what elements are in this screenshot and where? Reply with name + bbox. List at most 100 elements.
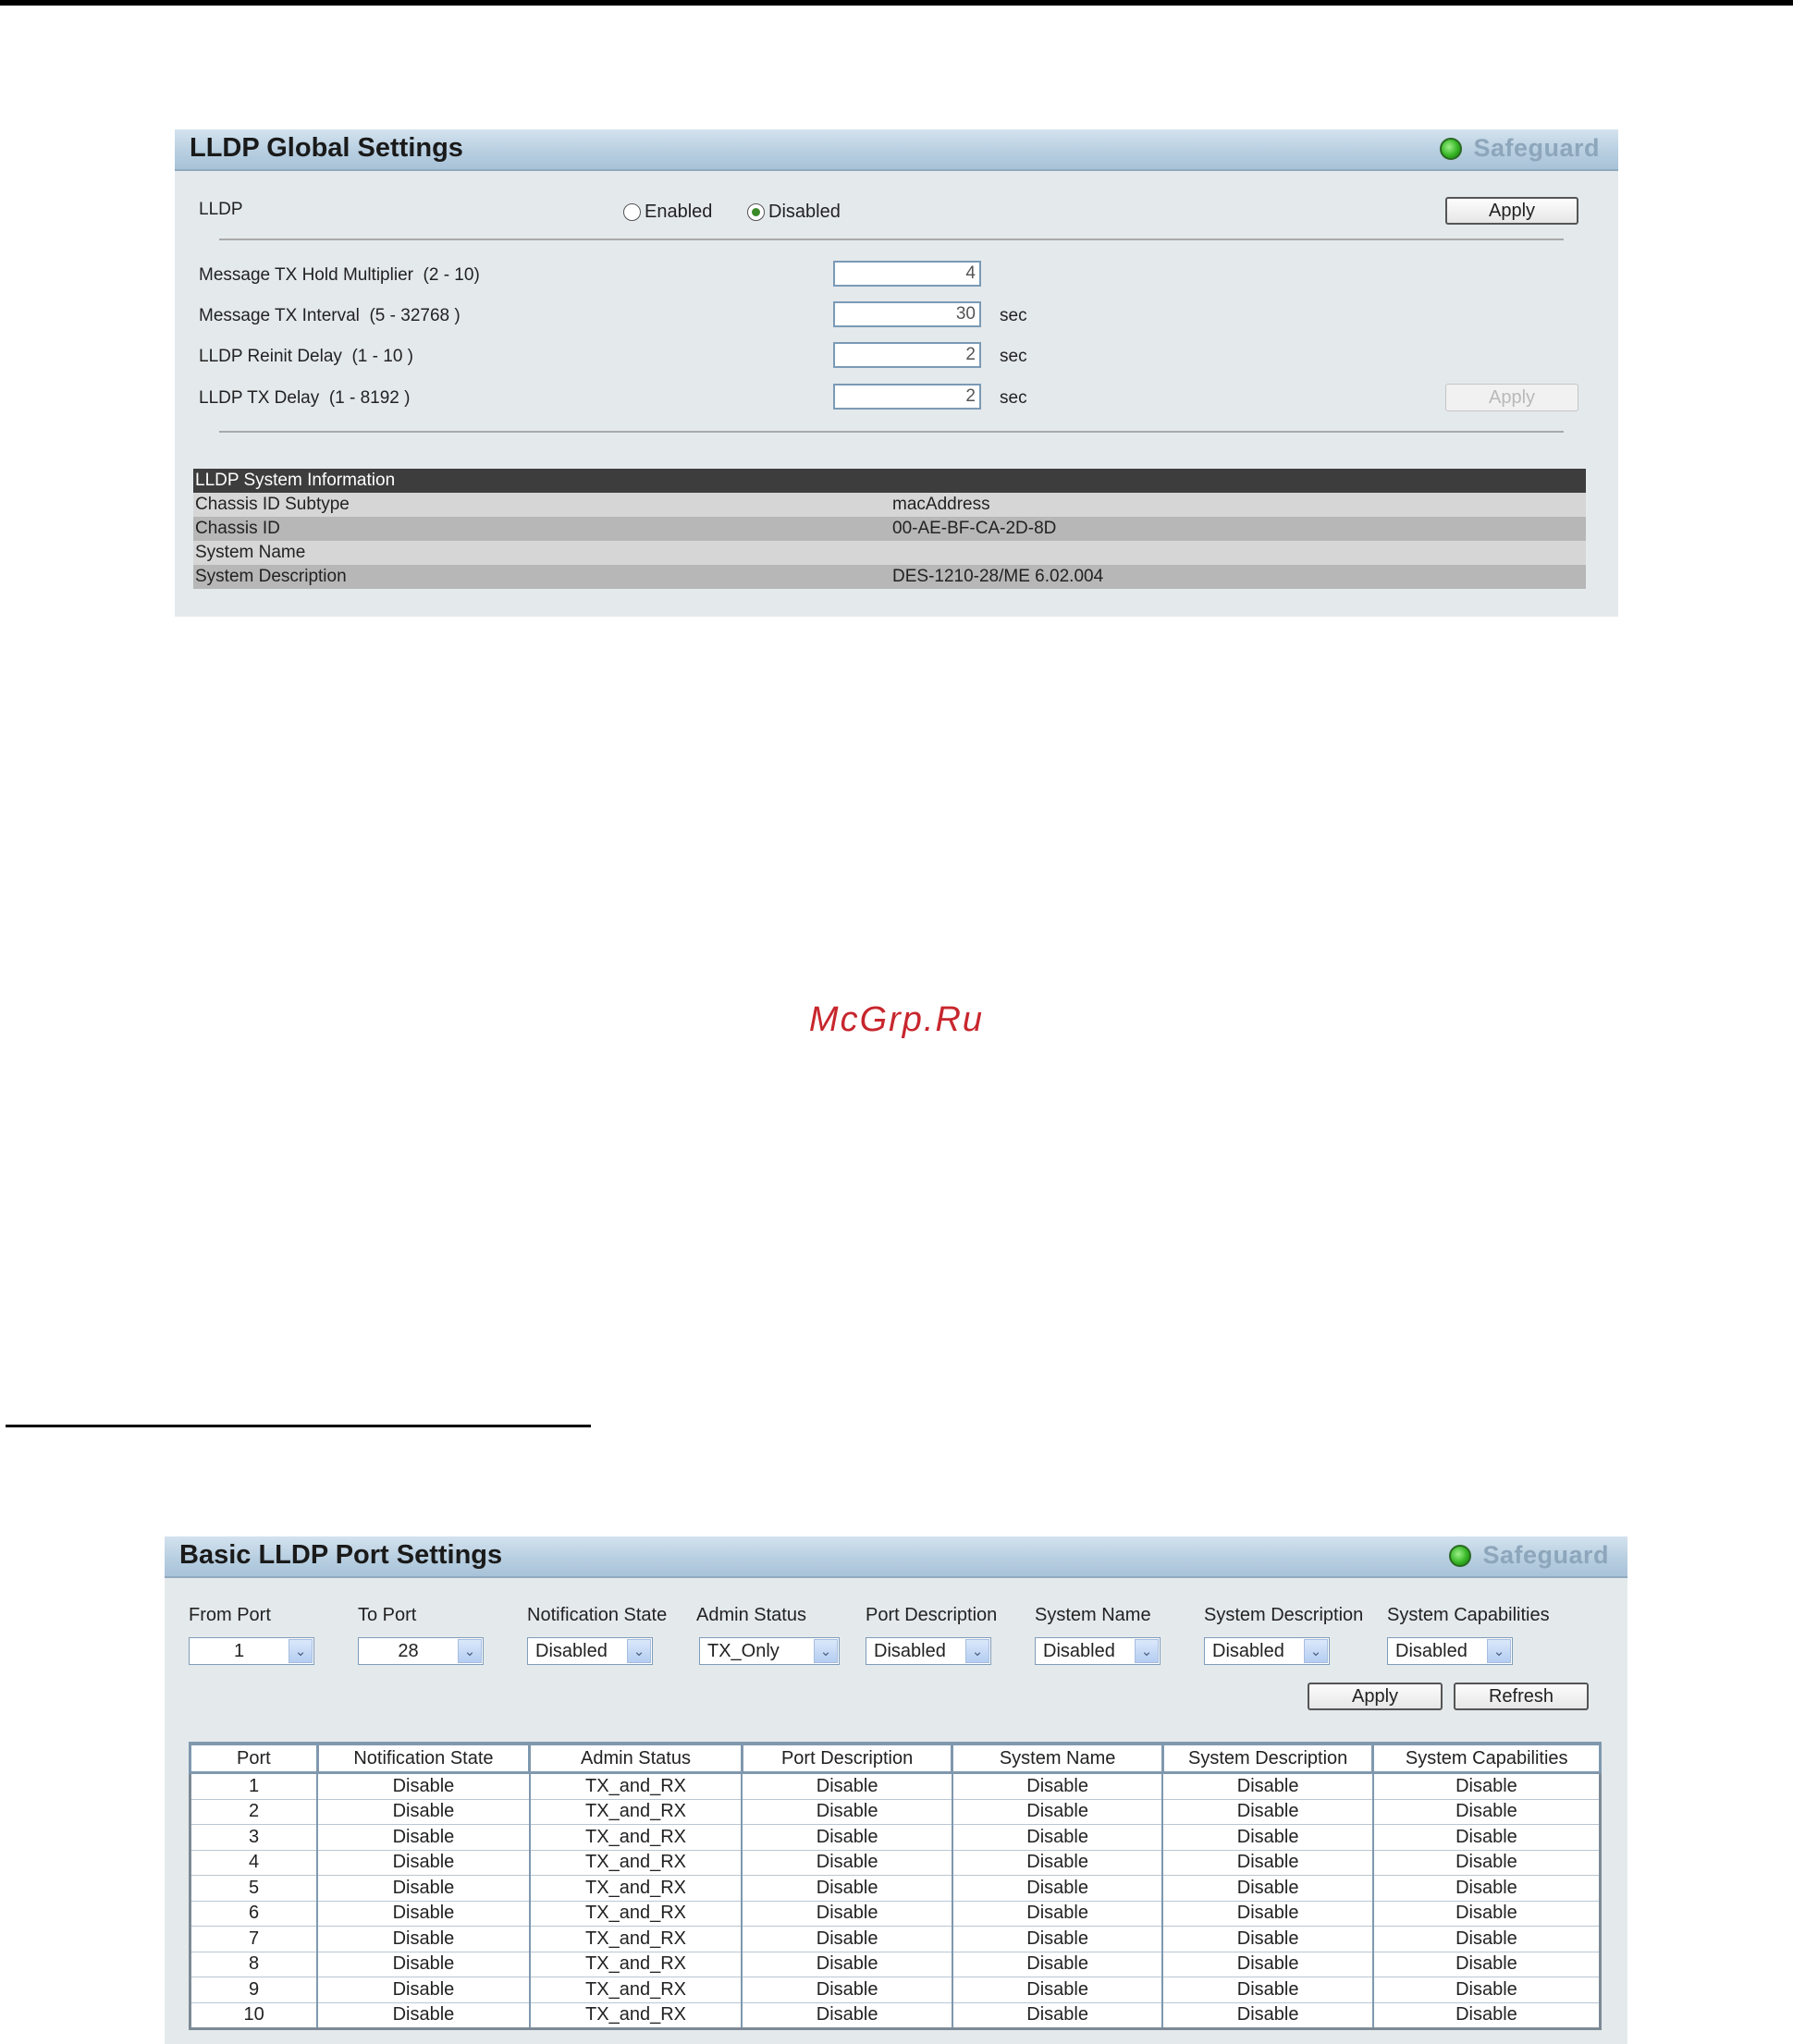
cell-admin-status: TX_and_RX [528,1977,743,2003]
chevron-down-icon[interactable]: ⌄ [627,1639,651,1663]
cell-port-description: Disable [741,1850,953,1876]
table-row: 7 Disable TX_and_RX Disable Disable Disa… [189,1926,1602,1952]
to-port-select[interactable]: 28 ⌄ [358,1637,484,1665]
cell-system-name: Disable [951,1824,1164,1851]
safeguard-label: Safeguard [1482,1541,1609,1569]
chevron-down-icon[interactable]: ⌄ [289,1639,313,1663]
tx-interval-label: Message TX Interval (5 - 32768 ) [199,306,461,325]
cell-notification-state: Disable [316,1772,531,1800]
cell-admin-status: TX_and_RX [528,1926,743,1952]
tx-hold-multiplier-input[interactable] [833,261,981,287]
system-info-header: LLDP System Information [193,469,1586,493]
lldp-enabled-radio[interactable]: Enabled [623,202,712,223]
cell-system-name: Disable [951,1952,1164,1977]
chevron-down-icon[interactable]: ⌄ [965,1639,989,1663]
chevron-down-icon[interactable]: ⌄ [1487,1639,1511,1663]
cell-system-name: Disable [951,1850,1164,1876]
cell-notification-state: Disable [316,1977,531,2003]
port-apply-button[interactable]: Apply [1308,1683,1443,1710]
column-header-system-description: System Description [1161,1742,1375,1774]
info-name: System Description [193,565,890,589]
chevron-down-icon[interactable]: ⌄ [458,1639,482,1663]
refresh-button[interactable]: Refresh [1454,1683,1589,1710]
port-description-select[interactable]: Disabled ⌄ [866,1637,991,1665]
chevron-down-icon[interactable]: ⌄ [1304,1639,1328,1663]
cell-system-capabilities: Disable [1371,2002,1602,2029]
cell-port-description: Disable [741,1901,953,1927]
lldp-port-table: Port Notification State Admin Status Por… [189,1742,1602,2030]
basic-lldp-port-settings-panel: Basic LLDP Port Settings Safeguard From … [165,1536,1627,2044]
panel-header: LLDP Global Settings Safeguard [175,129,1618,171]
cell-system-capabilities: Disable [1371,1926,1602,1952]
column-header-notification-state: Notification State [315,1742,532,1774]
cell-port: 6 [189,1901,319,1927]
reinit-delay-label: LLDP Reinit Delay (1 - 10 ) [199,347,413,366]
lldp-apply-button[interactable]: Apply [1445,197,1578,225]
info-name: Chassis ID Subtype [193,493,890,517]
cell-admin-status: TX_and_RX [528,1875,743,1902]
settings-apply-button[interactable]: Apply [1445,384,1578,411]
cell-port: 1 [189,1772,319,1800]
column-header-system-capabilities: System Capabilities [1371,1742,1602,1774]
info-value: macAddress [890,493,1586,517]
info-value: DES-1210-28/ME 6.02.004 [890,565,1586,589]
radio-icon [623,203,641,221]
divider [219,431,1564,433]
table-header-row: Port Notification State Admin Status Por… [189,1742,1602,1774]
cell-system-name: Disable [951,1875,1164,1902]
column-header-port-description: Port Description [740,1742,954,1774]
chevron-down-icon[interactable]: ⌄ [814,1639,838,1663]
system-capabilities-select[interactable]: Disabled ⌄ [1387,1637,1513,1665]
cell-admin-status: TX_and_RX [528,1772,743,1800]
notification-state-select[interactable]: Disabled ⌄ [527,1637,653,1665]
system-name-select[interactable]: Disabled ⌄ [1035,1637,1161,1665]
cell-system-capabilities: Disable [1371,1901,1602,1927]
cell-system-capabilities: Disable [1371,1850,1602,1876]
cell-port-description: Disable [741,1926,953,1952]
system-name-label: System Name [1035,1605,1151,1625]
cell-port-description: Disable [741,1772,953,1800]
column-header-port: Port [189,1742,319,1774]
cell-system-description: Disable [1161,1977,1374,2003]
tx-delay-label: LLDP TX Delay (1 - 8192 ) [199,388,411,408]
cell-port: 8 [189,1952,319,1977]
cell-system-name: Disable [951,1772,1164,1800]
page-top-rule [0,0,1793,6]
table-row: System Description DES-1210-28/ME 6.02.0… [193,565,1586,589]
cell-system-name: Disable [951,1977,1164,2003]
system-description-select[interactable]: Disabled ⌄ [1204,1637,1330,1665]
cell-port-description: Disable [741,1875,953,1902]
tx-hold-multiplier-label: Message TX Hold Multiplier (2 - 10) [199,265,480,285]
cell-system-capabilities: Disable [1371,1875,1602,1902]
safeguard-status-icon [1449,1544,1472,1567]
chevron-down-icon[interactable]: ⌄ [1135,1639,1159,1663]
cell-system-description: Disable [1161,1952,1374,1977]
from-port-select[interactable]: 1 ⌄ [189,1637,314,1665]
to-port-label: To Port [358,1605,417,1625]
table-row: 8 Disable TX_and_RX Disable Disable Disa… [189,1952,1602,1977]
info-name: System Name [193,541,890,565]
cell-port: 7 [189,1926,319,1952]
table-row: 6 Disable TX_and_RX Disable Disable Disa… [189,1901,1602,1927]
cell-port-description: Disable [741,1977,953,2003]
lldp-disabled-radio[interactable]: Disabled [747,202,841,223]
select-value: TX_Only [707,1640,780,1661]
system-information-table: LLDP System Information Chassis ID Subty… [193,469,1586,589]
tx-delay-unit: sec [1000,388,1027,408]
cell-admin-status: TX_and_RX [528,1952,743,1977]
cell-notification-state: Disable [316,1901,531,1927]
enabled-label: Enabled [645,202,713,222]
tx-delay-input[interactable] [833,384,981,410]
select-value: 28 [398,1640,419,1661]
column-header-system-name: System Name [951,1742,1164,1774]
safeguard-indicator: Safeguard [1440,134,1600,163]
tx-interval-input[interactable] [833,301,981,327]
cell-port: 9 [189,1977,319,2003]
system-capabilities-label: System Capabilities [1387,1605,1550,1625]
tx-interval-unit: sec [1000,306,1027,325]
cell-system-description: Disable [1161,1824,1374,1851]
cell-system-description: Disable [1161,1901,1374,1927]
reinit-delay-input[interactable] [833,342,981,368]
table-row: Chassis ID Subtype macAddress [193,493,1586,517]
admin-status-select[interactable]: TX_Only ⌄ [699,1637,840,1665]
